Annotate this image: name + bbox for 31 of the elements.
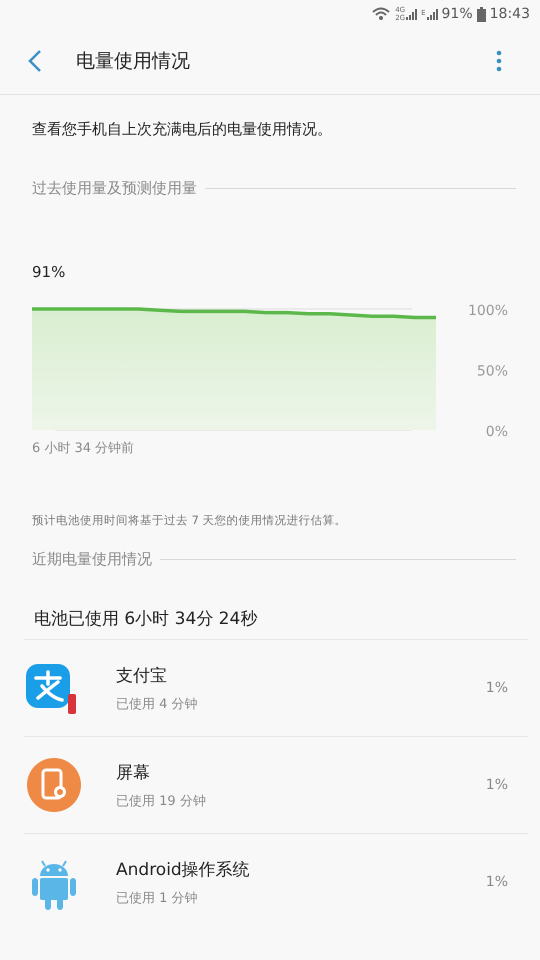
signal-icon (406, 8, 418, 20)
section-header: 近期电量使用情况 (32, 550, 152, 569)
more-options-icon[interactable] (496, 49, 502, 73)
screen-brightness-icon (24, 755, 84, 815)
app-name: 支付宝 (116, 664, 168, 686)
usage-percent: 1% (486, 874, 508, 890)
note-text: 预计电池使用时间将基于过去 7 天您的使用情况进行估算。 (31, 512, 348, 528)
battery-percent: 91% (442, 6, 473, 22)
usage-percent: 1% (486, 777, 508, 793)
usage-time: 已使用 1 分钟 (116, 890, 199, 906)
usage-time: 已使用 19 分钟 (116, 792, 207, 810)
app-name: Android操作系统 (116, 858, 251, 880)
battery-icon (476, 6, 486, 22)
usage-time: 已使用 4 分钟 (116, 696, 199, 712)
app-usage-row[interactable]: 支付宝 已使用 4 分钟 1% (24, 639, 528, 736)
app-name: 屏幕 (116, 762, 151, 784)
app-usage-row[interactable]: 屏幕 已使用 19 分钟 1% (24, 736, 528, 833)
section-header: 过去使用量及预测使用量 (32, 179, 197, 198)
usage-percent: 1% (486, 680, 508, 696)
wifi-icon (371, 6, 392, 22)
screen-title: 电量使用情况 (76, 49, 191, 74)
battery-level-text: 91% (31, 262, 66, 281)
axis-tick-label: 0% (486, 424, 508, 437)
axis-tick-label: 100% (468, 303, 508, 319)
description-text: 查看您手机自上次充满电后的电量使用情况。 (31, 119, 333, 139)
signal-icon (426, 8, 438, 20)
usage-summary: 电池已使用 6小时 34分 24秒 (33, 608, 258, 631)
app-usage-row[interactable]: Android操作系统 已使用 1 分钟 1% (24, 833, 528, 930)
time-label: 6 小时 34 分钟前 (31, 440, 136, 457)
clock-time: 18:43 (490, 6, 530, 22)
axis-tick-label: 50% (476, 364, 508, 380)
